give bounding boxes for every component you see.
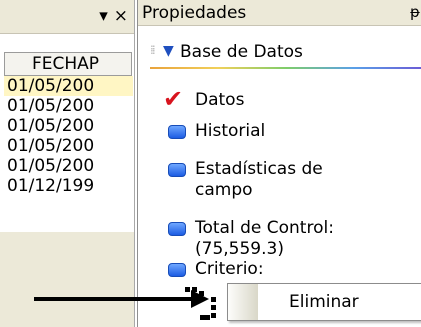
close-icon[interactable]: × — [114, 8, 128, 25]
checkmark-icon: ✔ — [163, 85, 184, 113]
property-label-line1: Estadísticas de — [195, 159, 323, 179]
property-label-line2: campo — [195, 180, 253, 200]
group-header-base-de-datos[interactable]: ⁞⁞ ▼ Base de Datos — [138, 37, 421, 67]
group-divider — [150, 67, 421, 69]
property-label-line1: Total de Control: — [195, 218, 334, 238]
property-label: Criterio: — [195, 259, 264, 279]
blue-bullet-icon — [168, 263, 186, 277]
blue-bullet-icon — [168, 163, 186, 177]
collapse-triangle-icon[interactable]: ▼ — [163, 43, 174, 59]
property-label-line2: (75,559.3) — [195, 239, 284, 259]
left-pane-empty-area — [0, 232, 134, 327]
group-title: Base de Datos — [180, 42, 303, 62]
table-row[interactable]: 01/12/199 — [4, 176, 133, 196]
table-row[interactable]: 01/05/200 — [4, 136, 133, 156]
property-label: Datos — [195, 90, 245, 110]
left-pane-titlebar: ▾ × — [0, 0, 134, 34]
application-window: ▾ × FECHAP 01/05/200 01/05/200 01/05/200… — [0, 0, 421, 327]
annotation-arrow-head — [191, 290, 209, 308]
context-menu: Eliminar — [227, 283, 421, 321]
table-row[interactable]: 01/05/200 — [4, 116, 133, 136]
left-pane-controls: ▾ × — [99, 8, 128, 25]
properties-title: Propiedades — [142, 3, 247, 23]
column-header-fechap[interactable]: FECHAP — [4, 52, 132, 76]
menu-item-eliminar[interactable]: Eliminar — [289, 292, 359, 312]
blue-bullet-icon — [168, 125, 186, 139]
table-row[interactable]: 01/05/200 — [4, 156, 133, 176]
data-grid-pane: ▾ × FECHAP 01/05/200 01/05/200 01/05/200… — [0, 0, 135, 327]
properties-pane: Propiedades ᵽ ⁞⁞ ▼ Base de Datos ✔ Datos… — [137, 0, 421, 327]
pin-icon[interactable]: ᵽ — [410, 3, 420, 21]
menu-icon-strip — [228, 284, 258, 320]
blue-bullet-icon — [168, 222, 186, 236]
properties-titlebar: Propiedades ᵽ — [138, 0, 421, 26]
property-label: Historial — [195, 121, 266, 141]
dropdown-icon[interactable]: ▾ — [99, 8, 108, 25]
data-rows: 01/05/200 01/05/200 01/05/200 01/05/200 … — [4, 76, 133, 196]
table-row[interactable]: 01/05/200 — [4, 96, 133, 116]
grip-icon: ⁞⁞ — [150, 43, 155, 57]
annotation-arrow-line — [34, 297, 191, 301]
table-row[interactable]: 01/05/200 — [4, 76, 133, 96]
